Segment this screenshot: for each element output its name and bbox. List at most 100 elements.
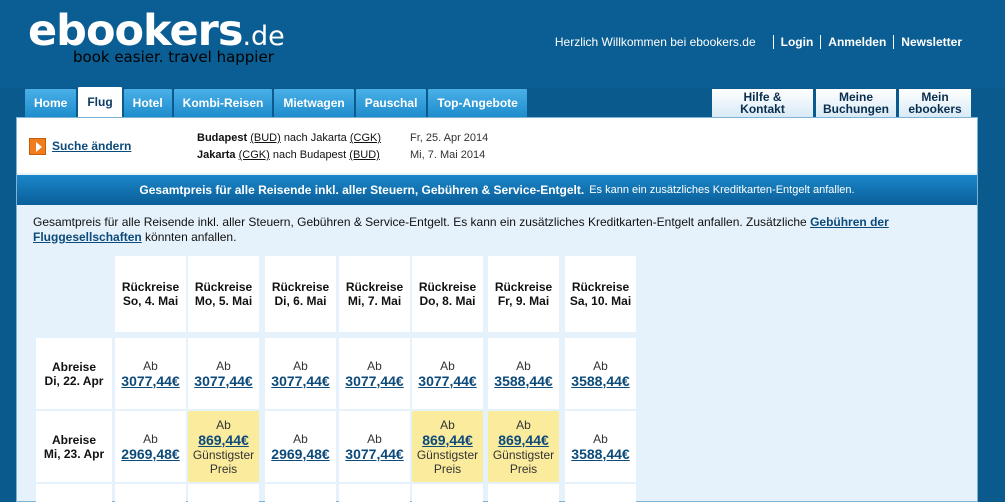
fare-cell[interactable] xyxy=(412,484,483,502)
column-header-day: Mo, 5. Mai xyxy=(194,294,253,308)
row-header-day: Mi, 23. Apr xyxy=(43,446,105,461)
row-header: Abreise Di, 22. Apr xyxy=(36,338,112,409)
cheapest-price-label: Preis xyxy=(509,461,538,476)
banner-bold-text: Gesamtpreis für alle Reisende inkl. alle… xyxy=(139,183,585,197)
login-link[interactable]: Login xyxy=(781,35,814,49)
tab-mietwagen[interactable]: Mietwagen xyxy=(274,89,354,117)
banner-normal-text: Es kann ein zusätzliches Kreditkarten-En… xyxy=(589,184,855,196)
tab-kombi-reisen[interactable]: Kombi-Reisen xyxy=(173,89,273,117)
fare-cell[interactable]: Ab 3077,44€ xyxy=(339,411,410,482)
fare-price-link[interactable]: 3588,44€ xyxy=(494,373,552,389)
column-header: Rückreise Sa, 10. Mai xyxy=(565,256,636,332)
account-nav: Hilfe & Kontakt Meine Buchungen Mein ebo… xyxy=(709,89,971,117)
return-date: Mi, 7. Mai 2014 xyxy=(410,149,486,161)
column-header-day: So, 4. Mai xyxy=(122,294,179,308)
fare-price-link[interactable]: 869,44€ xyxy=(422,432,473,448)
cheapest-price-label: Günstigster xyxy=(492,447,555,462)
row-header xyxy=(36,484,112,502)
fare-price-link[interactable]: 869,44€ xyxy=(498,432,549,448)
return-from-code[interactable]: (CGK) xyxy=(239,149,270,161)
column-header-day: Fr, 9. Mai xyxy=(497,294,550,308)
fare-cell[interactable] xyxy=(565,484,636,502)
fare-cell[interactable]: Ab 3077,44€ xyxy=(188,338,259,409)
my-account-line2: ebookers xyxy=(908,102,962,116)
divider xyxy=(820,35,822,49)
fare-prefix: Ab xyxy=(293,358,308,373)
column-header: Rückreise Mo, 5. Mai xyxy=(188,256,259,332)
fare-prefix: Ab xyxy=(593,431,608,446)
row-header: Abreise Mi, 23. Apr xyxy=(36,411,112,482)
fare-cell[interactable]: Ab 3077,44€ xyxy=(115,338,186,409)
fare-prefix: Ab xyxy=(143,358,158,373)
tab-home[interactable]: Home xyxy=(25,89,77,117)
fare-cell[interactable] xyxy=(339,484,410,502)
column-header-label: Rückreise xyxy=(494,280,553,294)
fare-cell[interactable]: Ab 3077,44€ xyxy=(339,338,410,409)
tab-top-angebote[interactable]: Top-Angebote xyxy=(428,89,527,117)
fare-prefix: Ab xyxy=(516,417,531,432)
column-header-label: Rückreise xyxy=(121,280,180,294)
my-account-tab[interactable]: Mein ebookers xyxy=(899,89,971,117)
fare-cell[interactable]: Ab 3588,44€ xyxy=(488,338,559,409)
fare-prefix: Ab xyxy=(216,358,231,373)
column-header-day: Do, 8. Mai xyxy=(419,294,476,308)
return-route: Jakarta (CGK) nach Budapest (BUD) xyxy=(197,149,380,161)
column-header-label: Rückreise xyxy=(271,280,330,294)
register-link[interactable]: Anmelden xyxy=(828,35,886,49)
column-header-label: Rückreise xyxy=(345,280,404,294)
fare-cell[interactable]: Ab 3077,44€ xyxy=(412,338,483,409)
main-nav: Home Flug Hotel Kombi-Reisen Mietwagen P… xyxy=(25,87,529,117)
column-header: Rückreise So, 4. Mai xyxy=(115,256,186,332)
fare-cell[interactable]: Ab 2969,48€ xyxy=(115,411,186,482)
price-note-tail: könnten anfallen. xyxy=(141,230,237,244)
site-header: ebookers.de book easier. travel happier … xyxy=(0,0,1005,88)
column-header-label: Rückreise xyxy=(194,280,253,294)
tab-flug[interactable]: Flug xyxy=(78,87,122,117)
fare-cell[interactable]: Ab 3588,44€ xyxy=(565,411,636,482)
fare-price-link[interactable]: 3077,44€ xyxy=(121,373,179,389)
help-contact-tab[interactable]: Hilfe & Kontakt xyxy=(712,89,813,117)
fare-price-link[interactable]: 2969,48€ xyxy=(271,446,329,462)
outbound-date: Fr, 25. Apr 2014 xyxy=(410,132,489,144)
fare-cell[interactable] xyxy=(115,484,186,502)
fare-cell[interactable]: Ab 3077,44€ xyxy=(265,338,336,409)
fare-price-link[interactable]: 3077,44€ xyxy=(345,373,403,389)
fare-price-link[interactable]: 869,44€ xyxy=(198,432,249,448)
fare-price-link[interactable]: 3077,44€ xyxy=(194,373,252,389)
fare-cell[interactable]: Ab 2969,48€ xyxy=(265,411,336,482)
logo-tagline: book easier. travel happier xyxy=(73,48,274,66)
price-info-banner: Gesamtpreis für alle Reisende inkl. alle… xyxy=(17,175,977,205)
fare-cell[interactable] xyxy=(188,484,259,502)
row-header-label: Abreise xyxy=(51,359,97,374)
fare-price-link[interactable]: 2969,48€ xyxy=(121,446,179,462)
change-search-link[interactable]: Suche ändern xyxy=(52,139,131,153)
outbound-from-code[interactable]: (BUD) xyxy=(250,132,281,144)
fare-price-link[interactable]: 3077,44€ xyxy=(345,446,403,462)
divider xyxy=(893,35,895,49)
return-from: Jakarta xyxy=(197,149,236,161)
my-bookings-tab[interactable]: Meine Buchungen xyxy=(816,89,896,117)
column-header: Rückreise Di, 6. Mai xyxy=(265,256,336,332)
fare-cell[interactable] xyxy=(265,484,336,502)
outbound-connector: nach Jakarta xyxy=(283,132,347,144)
fare-prefix: Ab xyxy=(293,431,308,446)
fare-cell[interactable] xyxy=(488,484,559,502)
welcome-text: Herzlich Willkommen bei ebookers.de xyxy=(554,35,756,49)
fare-price-link[interactable]: 3588,44€ xyxy=(571,373,629,389)
fare-cell-cheapest[interactable]: Ab 869,44€ Günstigster Preis xyxy=(488,411,559,482)
tab-hotel[interactable]: Hotel xyxy=(123,89,172,117)
fare-price-link[interactable]: 3077,44€ xyxy=(271,373,329,389)
fare-prefix: Ab xyxy=(440,417,455,432)
price-note-text: Gesamtpreis für alle Reisende inkl. alle… xyxy=(33,215,811,229)
arrow-right-icon[interactable] xyxy=(29,138,46,155)
fare-cell[interactable]: Ab 3588,44€ xyxy=(565,338,636,409)
newsletter-link[interactable]: Newsletter xyxy=(901,35,962,49)
fare-cell-cheapest[interactable]: Ab 869,44€ Günstigster Preis xyxy=(188,411,259,482)
return-to-code[interactable]: (BUD) xyxy=(349,149,380,161)
fare-cell-cheapest[interactable]: Ab 869,44€ Günstigster Preis xyxy=(412,411,483,482)
tab-pauschal[interactable]: Pauschal xyxy=(355,89,427,117)
fare-price-link[interactable]: 3588,44€ xyxy=(571,446,629,462)
outbound-to-code[interactable]: (CGK) xyxy=(350,132,381,144)
top-links: Herzlich Willkommen bei ebookers.de Logi… xyxy=(555,35,962,49)
fare-price-link[interactable]: 3077,44€ xyxy=(418,373,476,389)
